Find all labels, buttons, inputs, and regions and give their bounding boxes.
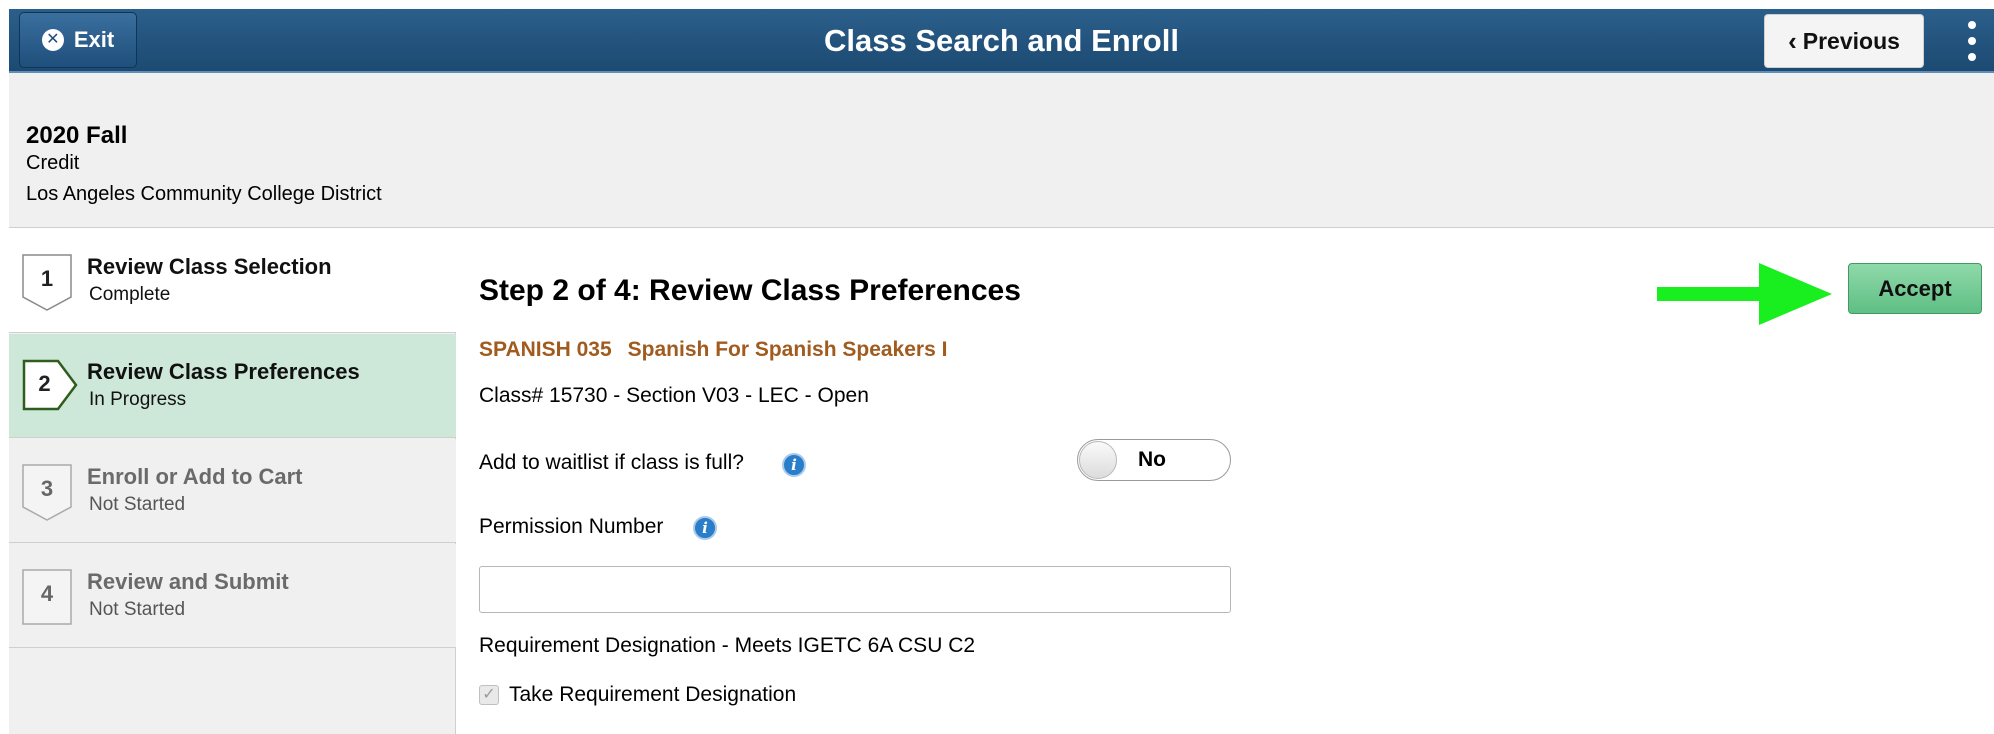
step-status: Not Started [89, 599, 186, 620]
info-icon[interactable]: i [693, 516, 717, 540]
step-number-badge: 4 [22, 569, 72, 626]
step-number-badge: 3 [22, 464, 72, 521]
step-title: Review Class Selection [87, 254, 332, 279]
course-code: SPANISH 035 [479, 338, 612, 361]
previous-button[interactable]: ‹ Previous [1764, 14, 1924, 68]
page-edge [0, 0, 9, 734]
accept-button[interactable]: Accept [1848, 263, 1982, 314]
step-status: Complete [89, 284, 171, 305]
requirement-designation: Requirement Designation - Meets IGETC 6A… [479, 634, 976, 657]
step-number: 1 [40, 266, 54, 291]
exit-label: Exit [73, 27, 115, 52]
waitlist-label: Add to waitlist if class is full? [479, 451, 744, 474]
main-content: Step 2 of 4: Review Class Preferences SP… [457, 229, 1994, 734]
arrow-right-icon [1657, 263, 1832, 325]
page-title: Class Search and Enroll [824, 23, 1179, 58]
career-label: Credit [26, 152, 80, 174]
take-requirement-checkbox[interactable]: ✓ [479, 685, 499, 705]
step-number-badge: 2 [22, 359, 78, 416]
step-number: 2 [38, 371, 51, 396]
course-title: Spanish For Spanish Speakers I [627, 338, 948, 361]
waitlist-toggle[interactable]: No [1077, 439, 1231, 481]
take-requirement-row: ✓ Take Requirement Designation [479, 683, 796, 707]
step-navigation: 1 Review Class Selection Complete 2 Revi… [9, 229, 456, 734]
step-status: In Progress [89, 389, 187, 410]
step-heading: Step 2 of 4: Review Class Preferences [479, 274, 1021, 307]
step-item-review-and-submit[interactable]: 4 Review and Submit Not Started [9, 544, 456, 648]
info-icon[interactable]: i [782, 453, 806, 477]
course-heading: SPANISH 035 Spanish For Spanish Speakers … [479, 338, 947, 362]
previous-label: Previous [1802, 27, 1900, 54]
step-status: Not Started [89, 494, 186, 515]
step-title: Review Class Preferences [87, 359, 360, 384]
more-vertical-icon[interactable] [1964, 21, 1980, 61]
close-icon: ✕ [41, 29, 64, 51]
header-bar: Class Search and Enroll ✕ Exit ‹ Previou… [9, 9, 1994, 73]
term-info-band: 2020 Fall Credit Los Angeles Community C… [9, 73, 1994, 228]
step-item-review-class-preferences[interactable]: 2 Review Class Preferences In Progress [9, 334, 456, 438]
take-requirement-label: Take Requirement Designation [509, 683, 797, 706]
step-number-badge: 1 [22, 254, 72, 311]
toggle-value: No [1138, 448, 1166, 471]
step-title: Enroll or Add to Cart [87, 464, 303, 489]
chevron-left-icon: ‹ [1788, 26, 1797, 56]
class-details: Class# 15730 - Section V03 - LEC - Open [479, 384, 869, 407]
exit-button[interactable]: ✕ Exit [19, 12, 137, 68]
step-number: 4 [40, 581, 54, 606]
step-item-review-class-selection[interactable]: 1 Review Class Selection Complete [9, 229, 456, 333]
step-item-enroll-or-add-to-cart[interactable]: 3 Enroll or Add to Cart Not Started [9, 439, 456, 543]
step-title: Review and Submit [87, 569, 289, 594]
permission-number-label: Permission Number [479, 515, 664, 538]
institution-label: Los Angeles Community College District [26, 183, 382, 205]
toggle-knob [1079, 441, 1117, 479]
permission-number-input[interactable] [479, 566, 1231, 613]
term-label: 2020 Fall [26, 122, 128, 149]
step-number: 3 [40, 476, 54, 501]
